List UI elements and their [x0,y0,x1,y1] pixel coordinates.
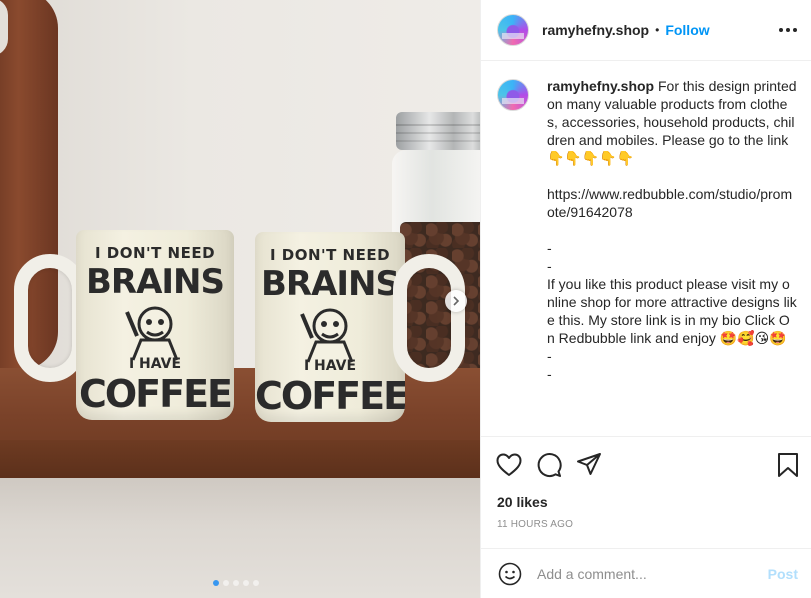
carousel-dot [223,580,229,586]
carousel-next-button[interactable] [445,290,467,312]
mug-left: I DON'T NEED BRAINS I HAVE COFFEE [14,230,234,420]
save-button[interactable] [774,451,802,479]
comment-bar: Post [481,548,811,598]
avatar[interactable] [497,14,529,46]
mug-text-coffee: COFFEE [255,374,405,418]
mug-text-top: I DON'T NEED [269,246,391,264]
post-header: ramyhefny.shop • Follow [481,0,811,61]
caption-body: For this design printed on many valuable… [547,78,797,382]
mug-text-have: I HAVE [128,356,182,372]
follow-button[interactable]: Follow [665,22,709,38]
comment-button[interactable] [535,451,563,479]
comment-icon [537,453,562,477]
comment-input[interactable] [537,565,747,582]
separator-dot: • [655,23,660,37]
emoji-button[interactable] [497,561,523,587]
chevron-right-icon [453,296,460,306]
action-bar [481,438,811,492]
carousel-dot [253,580,259,586]
carousel-dot [233,580,239,586]
share-button[interactable] [575,451,603,479]
zombie-illustration [300,308,354,363]
avatar[interactable] [497,79,529,111]
more-horizontal-icon[interactable] [779,28,797,32]
post-timestamp[interactable]: 11 HOURS AGO [497,519,573,530]
smiley-icon [498,562,522,585]
username-link[interactable]: ramyhefny.shop [542,22,649,38]
caption-section: ramyhefny.shop For this design printed o… [481,61,811,437]
mug-right: I DON'T NEED BRAINS I HAVE COFFEE [255,232,469,422]
mug-text-have: I HAVE [303,358,357,374]
mug-text-coffee: COFFEE [78,372,233,416]
caption-text: ramyhefny.shop For this design printed o… [547,77,797,436]
likes-count[interactable]: 20 likes [497,494,548,510]
like-button[interactable] [495,451,523,479]
carousel-indicator [213,580,259,586]
carousel-dot [243,580,249,586]
zombie-illustration [125,306,179,361]
paper-plane-icon [577,453,601,475]
heart-icon [496,453,522,476]
caption-username[interactable]: ramyhefny.shop [547,78,654,94]
post-button[interactable]: Post [768,566,798,582]
mug-text-brains: BRAINS [260,264,400,304]
bookmark-icon [778,453,798,477]
post-details-panel: ramyhefny.shop • Follow ramyhefny.shop F… [480,0,811,598]
carousel-dot [213,580,219,586]
mug-text-brains: BRAINS [85,262,225,302]
post-media[interactable]: I DON'T NEED BRAINS I HAVE COFFEE I DON'… [0,0,480,598]
mug-text-top: I DON'T NEED [94,244,216,262]
